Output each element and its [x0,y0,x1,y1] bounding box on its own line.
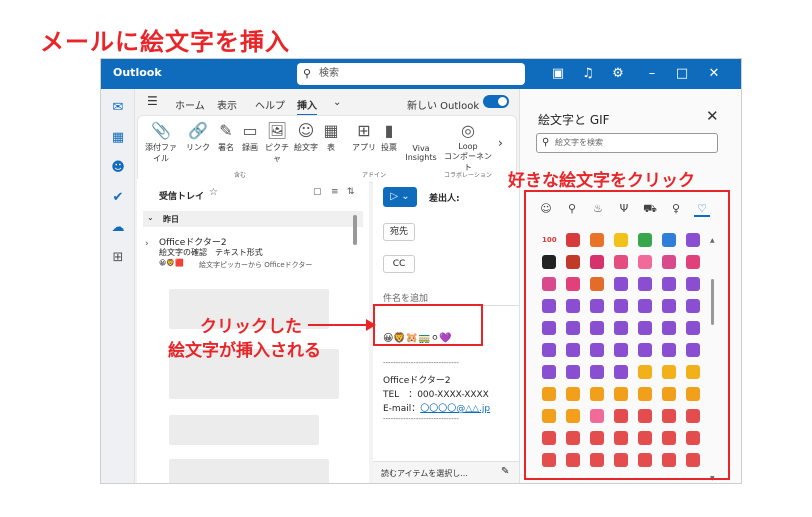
group-header: ⌄ 昨日 [143,211,363,227]
ribbon-more-icon[interactable]: › [498,136,503,150]
emoji-button[interactable]: ☺ 絵文字 [292,120,320,153]
close-icon[interactable]: ✕ [706,107,719,125]
list-scrollbar[interactable] [353,215,357,245]
highlight-inserted-emoji [373,304,483,346]
highlight-emoji-picker [524,190,730,480]
headline: メールに絵文字を挿入 [40,28,290,56]
status-bar: 読むアイテムを選択し... ✎ [373,461,519,483]
mail-icon[interactable]: ✉ [109,99,127,117]
maximize-icon[interactable]: □ [673,65,691,83]
group-include: 含む [234,172,247,179]
tab-view[interactable]: 表示 [217,97,237,112]
todo-icon[interactable]: ✔ [109,189,127,207]
loop-button[interactable]: ◎ Loop コンポーネント [442,120,494,173]
group-addins: アドイン [362,172,387,179]
signature-tel: TEL ：000-XXXX-XXXX [383,390,489,400]
group-label: 昨日 [163,215,179,224]
gear-icon[interactable]: ⚙ [609,65,627,83]
expand-icon[interactable]: › [145,239,149,249]
sort-icon[interactable]: ⇅ [347,187,355,197]
picture-icon: 🖼 [266,121,288,140]
new-outlook-toggle[interactable] [483,95,509,108]
signature-divider: ------------------------------ [383,359,459,367]
apps-rail-icon[interactable]: ⊞ [109,249,127,267]
notes-icon[interactable]: ▣ [549,65,567,83]
callout-inserted-2: 絵文字が挿入される [168,341,321,361]
emoji-search-input[interactable]: ⚲ 絵文字を検索 [536,133,718,153]
hamburger-icon[interactable]: ☰ [147,94,158,108]
search-icon: ⚲ [303,67,312,80]
viva-insights-button[interactable]: Viva Insights [402,144,440,162]
item-emoji-preview: 😀🦁🟥 [159,259,184,267]
to-button[interactable]: 宛先 [383,223,415,241]
paperclip-icon: 📎 [151,121,171,140]
callout-inserted-1: クリックした [200,317,302,337]
search-placeholder: 検索 [319,68,339,79]
search-input[interactable]: ⚲ 検索 [297,63,525,85]
link-button[interactable]: 🔗 リンク [184,120,212,153]
table-button[interactable]: ▦ 表 [320,120,342,153]
picture-button[interactable]: 🖼 ピクチャ [262,120,292,164]
tab-home[interactable]: ホーム [175,97,205,112]
item-subject: 絵文字の確認 テキスト形式 [159,248,263,257]
folder-name: 受信トレイ [159,192,205,202]
select-icon[interactable]: ▢ [313,187,322,197]
sender-label: 差出人: [429,194,460,204]
poll-button[interactable]: ▮ 投票 [378,120,400,153]
send-button[interactable]: ▷ ⌄ [383,187,417,207]
table-icon: ▦ [323,121,339,140]
filter-icon[interactable]: ≡ [331,187,339,197]
cc-button[interactable]: CC [383,255,415,273]
chevron-icon: ⌄ [147,213,154,222]
signature-email: E-mail：〇〇〇〇@△△.jp [383,404,491,414]
new-outlook-label: 新しい Outlook [407,101,480,112]
ribbon-insert: 📎 添付ファイル 🔗 リンク ✎ 署名 ▭ 録画 🖼 ピクチャ ☺ 絵文字 ▦ 表 ⊞ アプリ … [137,115,517,183]
attach-file-button[interactable]: 📎 添付ファイル [142,120,180,164]
tab-help[interactable]: ヘルプ [255,97,285,112]
onedrive-icon[interactable]: ☁ [109,219,127,237]
poll-icon: ▮ [384,121,394,140]
link-icon: 🔗 [188,121,208,140]
status-text: 読むアイテムを選択し... [381,469,468,478]
apps-button[interactable]: ⊞ アプリ [352,120,376,153]
signature-name: Officeドクター2 [383,376,451,386]
minimize-icon[interactable]: – [643,65,661,83]
app-name: Outlook [113,66,162,79]
blurred-item [169,415,319,445]
item-preview: 絵文字ピッカーから Officeドクター [199,261,313,269]
people-rail-icon[interactable]: ☻ [109,159,127,177]
signature-icon: ✎ [219,121,233,140]
close-window-icon[interactable]: ✕ [705,65,723,83]
arrow-line [308,324,370,326]
list-item[interactable]: › Officeドクター2 絵文字の確認 テキスト形式 😀🦁🟥 絵文字ピッカーか… [143,231,357,277]
pen-icon[interactable]: ✎ [501,466,509,477]
panel-title: 絵文字と GIF [538,113,610,127]
apps-icon: ⊞ [357,121,371,140]
blurred-item [169,459,329,483]
star-icon[interactable]: ☆ [209,187,218,198]
callout-click-emoji: 好きな絵文字をクリック [508,171,695,191]
bell-icon[interactable]: ♫ [579,65,597,83]
record-button[interactable]: ▭ 録画 [238,120,262,153]
group-collaboration: コラボレーション [444,172,492,179]
calendar-icon[interactable]: ▦ [109,129,127,147]
subject-input[interactable]: 件名を追加 [383,291,428,304]
emoji-icon: ☺ [297,121,315,140]
tab-insert[interactable]: 挿入 [297,97,317,116]
arrow-head [366,319,376,331]
email-link[interactable]: 〇〇〇〇@△△.jp [420,404,490,414]
video-icon: ▭ [242,121,258,140]
titlebar: Outlook ⚲ 検索 ▣ ♫ ⚙ – □ ✕ [101,59,741,89]
app-rail: ✉ ▦ ☻ ✔ ☁ ⊞ [101,89,135,483]
chevron-down-icon[interactable]: ⌄ [333,97,341,108]
search-icon: ⚲ [542,137,550,148]
loop-icon: ◎ [461,121,475,140]
signature-divider: ------------------------------ [383,415,459,423]
signature-button[interactable]: ✎ 署名 [214,120,238,153]
